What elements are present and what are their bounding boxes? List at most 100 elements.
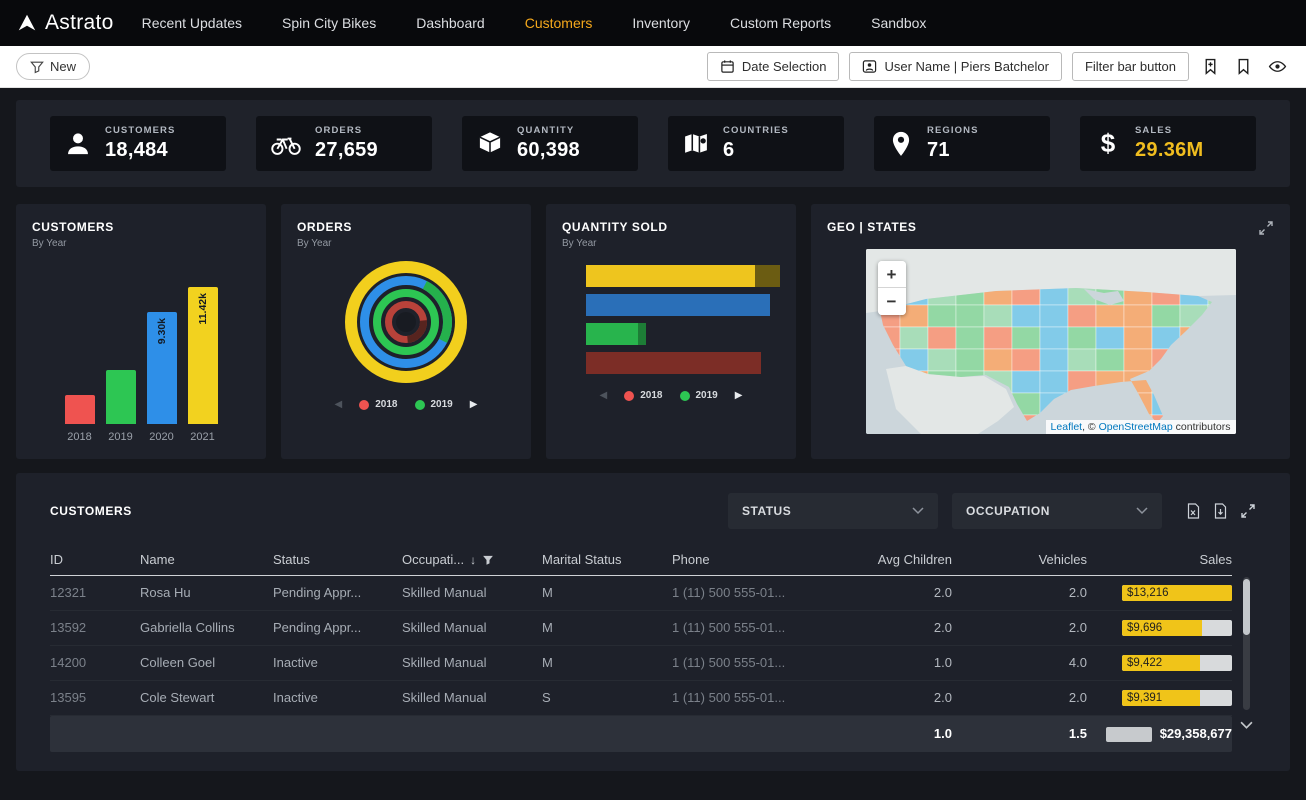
kpi-countries: COUNTRIES6	[668, 116, 844, 171]
cell-sales: $9,422	[1087, 646, 1232, 680]
date-selection-label: Date Selection	[742, 59, 827, 74]
map-attribution: Leaflet, © OpenStreetMap contributors	[1046, 420, 1236, 434]
hbar-row[interactable]	[586, 294, 780, 316]
main-content: CUSTOMERS18,484 ORDERS27,659 QUANTITY60,…	[0, 88, 1306, 771]
occupation-filter-dropdown[interactable]: OCCUPATION	[952, 493, 1162, 529]
status-filter-dropdown[interactable]: STATUS	[728, 493, 938, 529]
nav-item-sandbox[interactable]: Sandbox	[871, 15, 926, 31]
us-map[interactable]: + − Leaflet, © OpenStreetMap contributor…	[866, 249, 1236, 434]
export-file-icon[interactable]	[1213, 503, 1228, 519]
bookmark-button[interactable]	[1232, 55, 1255, 78]
table-row[interactable]: 13595 Cole Stewart Inactive Skilled Manu…	[50, 681, 1232, 716]
table-row[interactable]: 12321 Rosa Hu Pending Appr... Skilled Ma…	[50, 576, 1232, 611]
date-selection-button[interactable]: Date Selection	[707, 52, 840, 81]
leaflet-link[interactable]: Leaflet	[1051, 421, 1083, 433]
bookmark-add-button[interactable]	[1199, 55, 1222, 78]
sales-value: $9,696	[1127, 620, 1162, 636]
cell-vehicles: 2.0	[952, 611, 1087, 645]
table-row[interactable]: 13592 Gabriella Collins Pending Appr... …	[50, 611, 1232, 646]
cell-occupation: Skilled Manual	[402, 576, 542, 610]
legend-item-2019[interactable]: 2019	[415, 399, 453, 410]
legend-item-2018[interactable]: 2018	[359, 399, 397, 410]
legend-item-2018[interactable]: 2018	[624, 390, 662, 401]
nav-item-spin-city-bikes[interactable]: Spin City Bikes	[282, 15, 376, 31]
cell-marital: S	[542, 681, 672, 715]
filter-bar-button[interactable]: Filter bar button	[1072, 52, 1189, 81]
expand-table-icon[interactable]	[1240, 503, 1256, 519]
expand-map-button[interactable]	[1258, 220, 1274, 239]
bar-2018[interactable]	[65, 395, 95, 424]
nav-item-inventory[interactable]: Inventory	[632, 15, 690, 31]
kpi-value: 29.36M	[1135, 139, 1204, 162]
legend-next-icon[interactable]: ▶	[735, 390, 743, 401]
box-icon	[476, 130, 504, 158]
astrato-dashboard: Astrato Recent Updates Spin City Bikes D…	[0, 0, 1306, 800]
bar-2020[interactable]: 9.30k	[147, 312, 177, 424]
primary-nav: Recent Updates Spin City Bikes Dashboard…	[142, 15, 927, 31]
col-sales[interactable]: Sales	[1087, 545, 1232, 575]
kpi-customers: CUSTOMERS18,484	[50, 116, 226, 171]
col-avg-children[interactable]: Avg Children	[847, 545, 952, 575]
nav-item-recent-updates[interactable]: Recent Updates	[142, 15, 242, 31]
legend-dot	[415, 400, 425, 410]
legend-prev-icon[interactable]: ◀	[600, 390, 608, 401]
col-status[interactable]: Status	[273, 545, 402, 575]
sort-desc-icon[interactable]: ↓	[470, 545, 476, 575]
chart-subtitle: By Year	[297, 238, 515, 249]
zoom-out-button[interactable]: −	[878, 288, 906, 315]
legend-prev-icon[interactable]: ◀	[335, 399, 343, 410]
kpi-label: ORDERS	[315, 125, 378, 136]
cell-name: Cole Stewart	[140, 681, 273, 715]
scroll-down-icon[interactable]	[1240, 721, 1253, 730]
scrollbar-thumb[interactable]	[1243, 579, 1250, 635]
cell-sales: $9,696	[1087, 611, 1232, 645]
legend-dot	[359, 400, 369, 410]
col-marital-status[interactable]: Marital Status	[542, 545, 672, 575]
bar-2019[interactable]	[106, 370, 136, 424]
x-tick: 2021	[188, 431, 218, 443]
expand-icon	[1258, 220, 1274, 236]
orders-donut-chart[interactable]	[345, 261, 467, 383]
chart-title: QUANTITY SOLD	[562, 220, 780, 234]
view-button[interactable]	[1265, 55, 1290, 78]
dropdown-label: OCCUPATION	[966, 504, 1050, 518]
customers-table: ID Name Status Occupati... ↓ Marital Sta…	[50, 545, 1256, 752]
cell-id: 13595	[50, 681, 140, 715]
user-button[interactable]: User Name | Piers Batchelor	[849, 52, 1062, 81]
legend-next-icon[interactable]: ▶	[470, 399, 478, 410]
zoom-in-button[interactable]: +	[878, 261, 906, 288]
hbar-row[interactable]	[586, 352, 780, 374]
chart-title: CUSTOMERS	[32, 220, 250, 234]
table-row[interactable]: 14200 Colleen Goel Inactive Skilled Manu…	[50, 646, 1232, 681]
table-scrollbar[interactable]	[1243, 577, 1250, 710]
x-tick: 2018	[65, 431, 95, 443]
nav-item-customers[interactable]: Customers	[525, 15, 593, 31]
chart-subtitle: By Year	[32, 238, 250, 249]
col-phone[interactable]: Phone	[672, 545, 847, 575]
brand[interactable]: Astrato	[16, 11, 114, 35]
totals-sales-value: $29,358,677	[1160, 716, 1232, 752]
kpi-label: COUNTRIES	[723, 125, 789, 136]
nav-item-dashboard[interactable]: Dashboard	[416, 15, 485, 31]
hbar-row[interactable]	[586, 323, 780, 345]
customers-bar-chart: 9.30k 11.42k	[32, 249, 250, 424]
legend-item-2019[interactable]: 2019	[680, 390, 718, 401]
bar-2021[interactable]: 11.42k	[188, 287, 218, 424]
col-id[interactable]: ID	[50, 545, 140, 575]
x-axis-labels: 2018 2019 2020 2021	[32, 431, 250, 443]
hbar-row[interactable]	[586, 265, 780, 287]
cell-avg-children: 1.0	[847, 646, 952, 680]
legend-label: 2019	[696, 390, 718, 401]
osm-link[interactable]: OpenStreetMap	[1099, 421, 1173, 433]
export-excel-icon[interactable]	[1186, 503, 1201, 519]
col-name[interactable]: Name	[140, 545, 273, 575]
cell-occupation: Skilled Manual	[402, 681, 542, 715]
nav-item-custom-reports[interactable]: Custom Reports	[730, 15, 831, 31]
x-tick: 2019	[106, 431, 136, 443]
col-vehicles[interactable]: Vehicles	[952, 545, 1087, 575]
cell-name: Gabriella Collins	[140, 611, 273, 645]
sales-value: $9,422	[1127, 655, 1162, 671]
col-occupation[interactable]: Occupati... ↓	[402, 545, 542, 575]
column-filter-icon[interactable]	[482, 554, 494, 566]
new-filter-button[interactable]: New	[16, 53, 90, 80]
